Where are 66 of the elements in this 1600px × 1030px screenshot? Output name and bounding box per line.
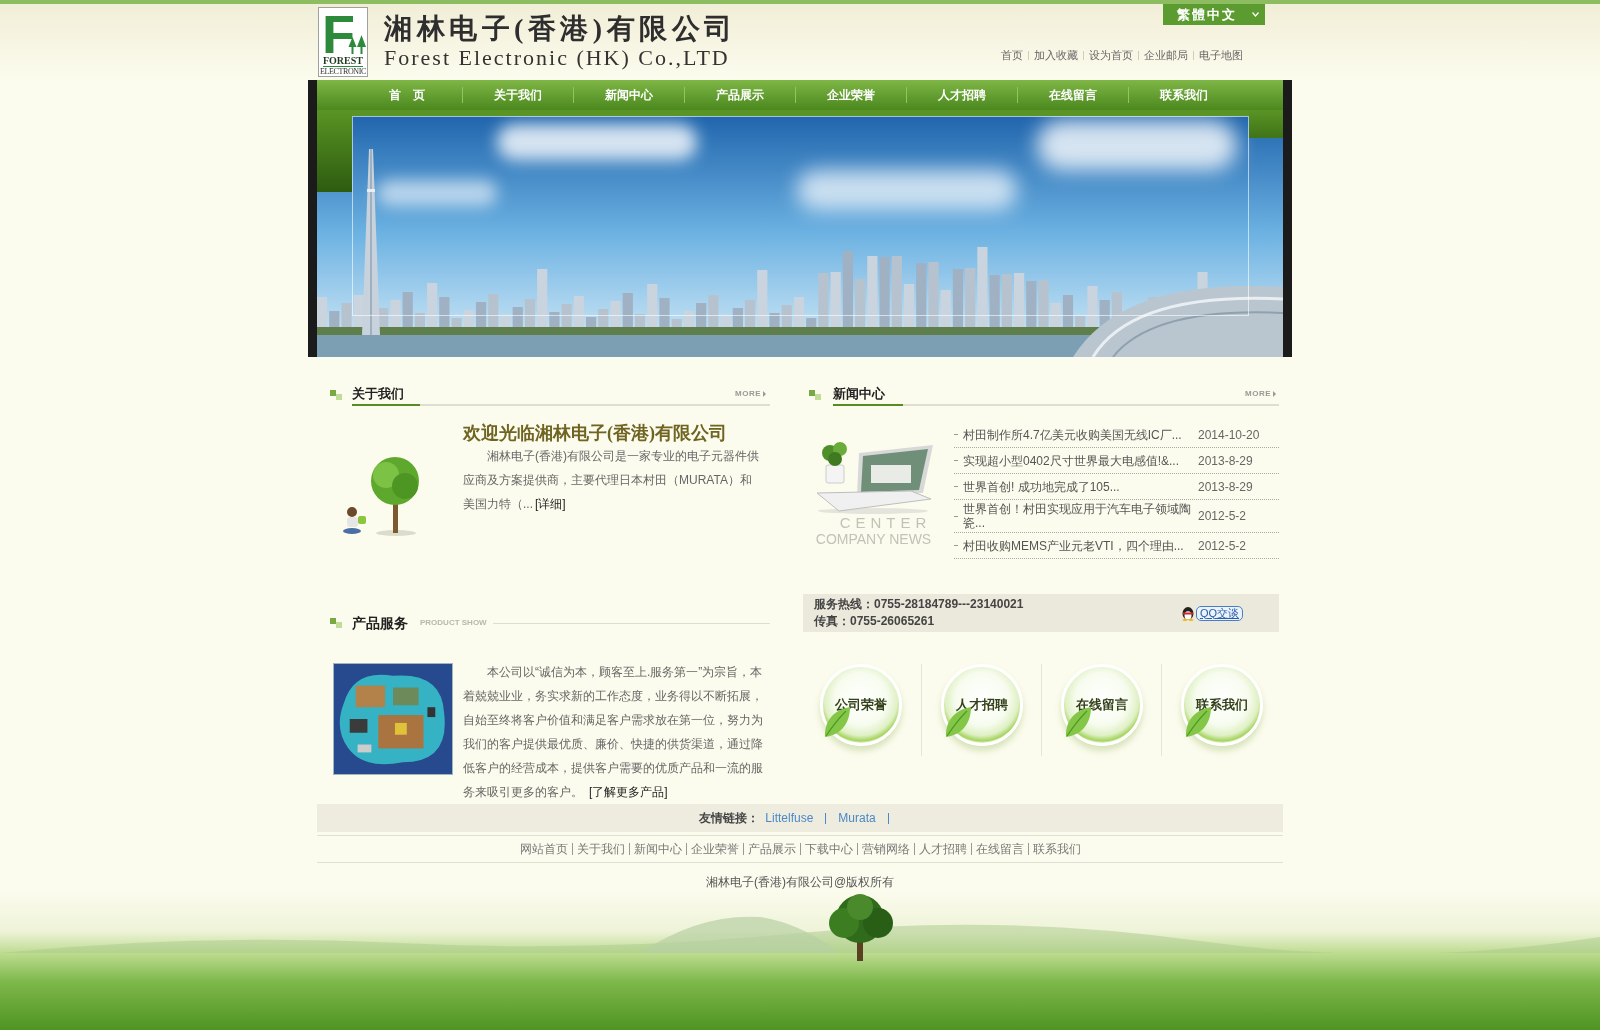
nav-link[interactable]: 关于我们: [462, 87, 573, 103]
footer-link[interactable]: 在线留言: [975, 842, 1024, 856]
contact-line: 服务热线：0755-28184789---23140021: [814, 596, 1024, 613]
top-link[interactable]: 加入收藏: [1034, 49, 1078, 62]
section-title: 产品服务: [352, 614, 408, 632]
footer-link[interactable]: 产品展示: [747, 842, 796, 856]
section-title: 新闻中心: [833, 384, 903, 406]
footer-link[interactable]: 营销网络: [861, 842, 910, 856]
image-caption: COMPANY NEWS: [815, 531, 932, 547]
friend-links-label: 友情链接：: [699, 810, 760, 827]
product-text: 本公司以“诚信为本，顾客至上.服务第一”为宗旨，本着兢兢业业，务实求新的工作态度，业务得以不断拓展，自始至终将客户价值和满足客户需求放在第一位，努力为我们的客户提供最优质、廉价、快捷的供货渠道，通过降低客户的经营成本，提供客户需要的优质产品和一流的服务来吸引更多的客户。 [了解更多产品]: [463, 664, 764, 801]
footer-link[interactable]: 企业荣誉: [690, 842, 739, 856]
logo-subtext: ELECTRONIC: [320, 68, 366, 76]
nav-link[interactable]: 人才招聘: [906, 87, 1017, 103]
top-link[interactable]: 设为首页: [1089, 49, 1133, 62]
nav-link[interactable]: 新闻中心: [573, 87, 684, 103]
section-subtitle: PRODUCT SHOW: [420, 618, 487, 628]
more-link[interactable]: MORE: [1245, 389, 1276, 399]
nav-link[interactable]: 联系我们: [1128, 87, 1239, 103]
section-icon: [809, 390, 821, 400]
footer-link[interactable]: 下载中心: [804, 842, 853, 856]
news-date: 2013-8-29: [1198, 479, 1253, 494]
qq-chat-button[interactable]: QQ交谈: [1195, 605, 1243, 621]
nav-link[interactable]: 首 页: [351, 87, 462, 103]
news-date: 2013-8-29: [1198, 453, 1253, 468]
copyright-text: 湘林电子(香港)有限公司@版权所有: [705, 875, 895, 889]
news-link[interactable]: 村田制作所4.7亿美元收购美国无线IC厂...: [963, 427, 1182, 442]
news-link[interactable]: 实现超小型0402尺寸世界最大电感值!&...: [963, 453, 1180, 468]
caret-icon: [1252, 12, 1259, 17]
footer-link[interactable]: 关于我们: [576, 842, 625, 856]
penguin-icon: [1180, 605, 1195, 621]
nav-link[interactable]: 企业荣誉: [795, 87, 906, 103]
friend-link[interactable]: Littelfuse: [765, 809, 814, 827]
footer-link[interactable]: 网站首页: [519, 842, 568, 856]
footer-link[interactable]: 新闻中心: [633, 842, 682, 856]
footer-link[interactable]: 联系我们: [1032, 842, 1081, 856]
logo-text: FOREST: [323, 56, 363, 67]
news-link[interactable]: 世界首创！村田实现应用于汽车电子领域陶瓷...: [963, 502, 1193, 530]
top-link[interactable]: 企业邮局: [1144, 49, 1188, 62]
company-name-english: Forest Electronic (HK) Co.,LTD: [384, 46, 731, 70]
nav-link[interactable]: 在线留言: [1017, 87, 1128, 103]
language-selector[interactable]: 繁體中文: [1163, 4, 1265, 25]
details-link[interactable]: [详细]: [535, 497, 566, 511]
logo-letter: F: [322, 10, 355, 58]
image-caption: CENTER: [839, 515, 932, 531]
top-link[interactable]: 电子地图: [1199, 49, 1243, 62]
news-date: 2014-10-20: [1198, 427, 1260, 442]
nav-link[interactable]: 产品展示: [684, 87, 795, 103]
news-link[interactable]: 村田收购MEMS产业元老VTI，四个理由...: [963, 538, 1184, 553]
footer-link[interactable]: 人才招聘: [918, 842, 967, 856]
company-name: 湘林电子(香港)有限公司: [384, 12, 737, 46]
more-link[interactable]: MORE: [735, 389, 766, 399]
about-text: 湘林电子(香港)有限公司是一家专业的电子元器件供应商及方案提供商，主要代理日本村田（MURATA）和美国力特（... [详细]: [463, 448, 760, 513]
friend-link[interactable]: Murata: [838, 809, 876, 827]
more-products-link[interactable]: [了解更多产品]: [589, 785, 668, 799]
contact-line: 传真：0755-26065261: [814, 613, 936, 630]
triangle-icon: [1273, 391, 1276, 397]
news-date: 2012-5-2: [1198, 538, 1247, 553]
news-date: 2012-5-2: [1198, 509, 1247, 523]
section-title: 关于我们: [352, 384, 420, 406]
section-icon: [330, 390, 342, 400]
section-icon: [330, 618, 342, 628]
triangle-icon: [763, 391, 766, 397]
news-link[interactable]: 世界首创! 成功地完成了105...: [963, 479, 1120, 494]
top-link[interactable]: 首页: [1001, 49, 1023, 62]
welcome-heading: 欢迎光临湘林电子(香港)有限公司: [463, 423, 728, 444]
